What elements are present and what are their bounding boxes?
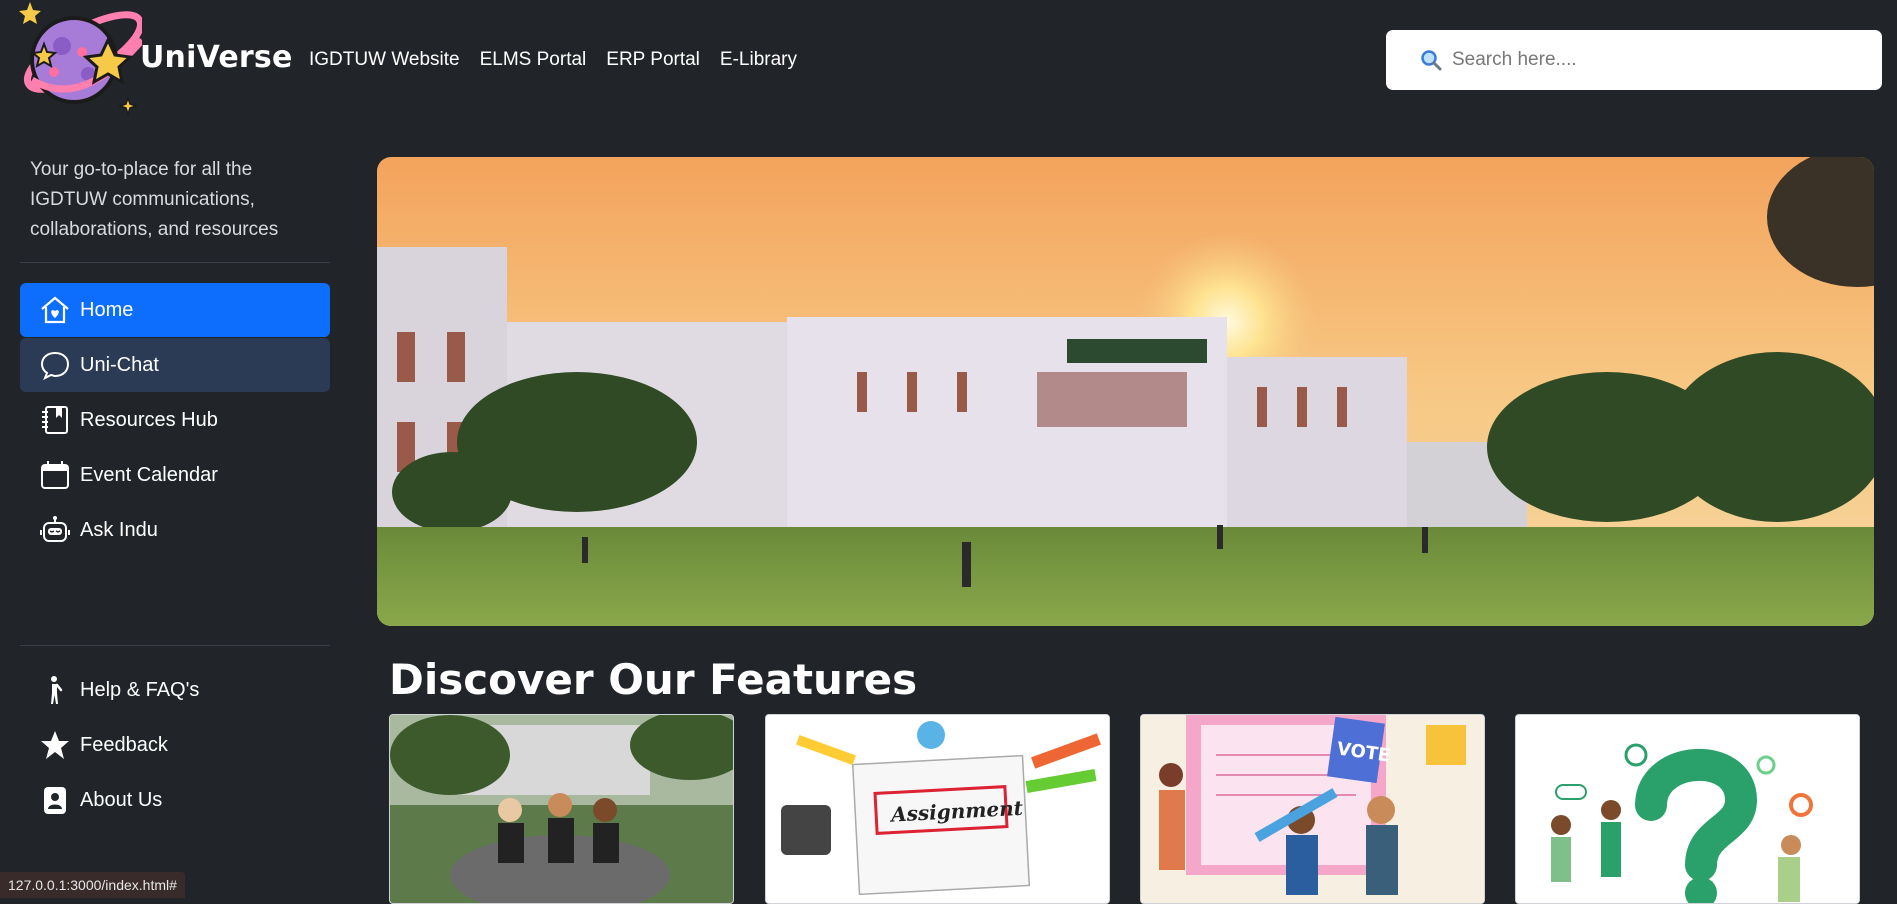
- brand-name[interactable]: UniVerse: [140, 40, 293, 75]
- star-icon: [38, 728, 72, 762]
- nav-link-elibrary[interactable]: E-Library: [720, 49, 797, 71]
- nav-link-igdtuw[interactable]: IGDTUW Website: [309, 49, 460, 71]
- students-photo: [390, 715, 733, 903]
- robot-icon: [38, 513, 72, 547]
- sidebar-item-home[interactable]: Home: [20, 283, 330, 337]
- universe-logo[interactable]: [12, 0, 145, 122]
- search-box[interactable]: [1386, 30, 1882, 90]
- chat-icon: [38, 348, 72, 382]
- sidebar-item-label: Ask Indu: [80, 518, 158, 541]
- question-illustration: [1516, 715, 1859, 903]
- sidebar-item-label: About Us: [80, 788, 163, 811]
- person-icon: [38, 673, 72, 707]
- feature-card[interactable]: Assignment: [765, 714, 1110, 904]
- sidebar-item-help[interactable]: Help & FAQ's: [20, 663, 330, 717]
- sidebar-bottom-menu: Help & FAQ's Feedback About Us: [20, 663, 330, 828]
- top-navbar: UniVerse IGDTUW Website ELMS Portal ERP …: [0, 0, 1897, 122]
- feature-card[interactable]: [389, 714, 734, 904]
- status-bar-url: 127.0.0.1:3000/index.html#: [0, 872, 185, 898]
- search-input[interactable]: [1452, 49, 1872, 71]
- home-icon: [38, 293, 72, 327]
- nav-links: IGDTUW Website ELMS Portal ERP Portal E-…: [309, 49, 797, 71]
- notebook-icon: [38, 403, 72, 437]
- sidebar-item-uni-chat[interactable]: Uni-Chat: [20, 338, 330, 392]
- sidebar-tagline: Your go-to-place for all the IGDTUW comm…: [30, 159, 279, 240]
- sidebar-divider: [20, 645, 330, 646]
- feature-card[interactable]: VOTE: [1140, 714, 1485, 904]
- sidebar-menu: Home Uni-Chat Resources Hub Event Calend…: [20, 283, 330, 558]
- sidebar-item-label: Help & FAQ's: [80, 678, 200, 701]
- calendar-icon: [38, 458, 72, 492]
- section-title: Discover Our Features: [389, 655, 918, 704]
- voting-illustration: VOTE: [1141, 715, 1484, 903]
- campus-hero-image: [377, 157, 1874, 626]
- sidebar-item-event-calendar[interactable]: Event Calendar: [20, 448, 330, 502]
- sidebar-item-label: Feedback: [80, 733, 168, 756]
- nav-link-erp[interactable]: ERP Portal: [606, 49, 700, 71]
- sidebar: Your go-to-place for all the IGDTUW comm…: [0, 122, 346, 898]
- feature-card[interactable]: [1515, 714, 1860, 904]
- sidebar-item-label: Uni-Chat: [80, 353, 159, 376]
- sidebar-item-label: Resources Hub: [80, 408, 218, 431]
- sidebar-item-label: Event Calendar: [80, 463, 218, 486]
- sidebar-item-resources-hub[interactable]: Resources Hub: [20, 393, 330, 447]
- nav-link-elms[interactable]: ELMS Portal: [480, 49, 587, 71]
- sidebar-item-label: Home: [80, 298, 134, 321]
- assignment-illustration: Assignment: [766, 715, 1109, 903]
- sidebar-item-feedback[interactable]: Feedback: [20, 718, 330, 772]
- sidebar-item-ask-indu[interactable]: Ask Indu: [20, 503, 330, 557]
- profile-icon: [38, 783, 72, 817]
- search-icon: [1420, 49, 1442, 71]
- sidebar-divider: [20, 262, 330, 263]
- sidebar-item-about[interactable]: About Us: [20, 773, 330, 827]
